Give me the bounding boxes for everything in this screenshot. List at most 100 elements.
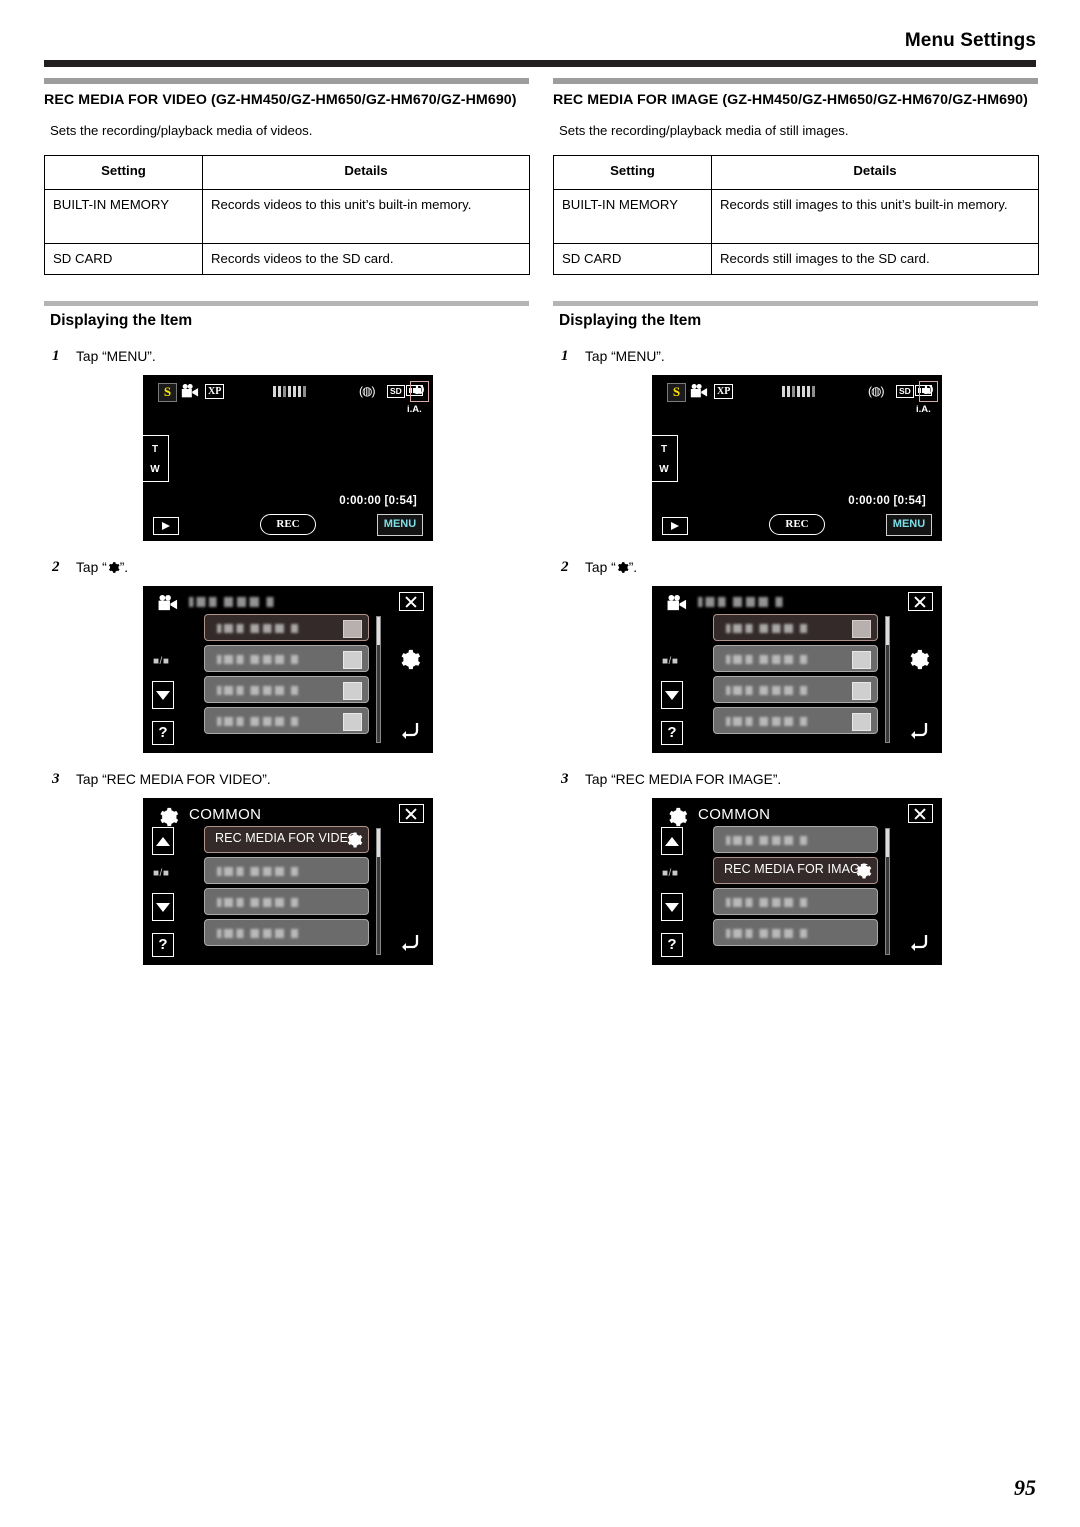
back-icon[interactable]: [906, 720, 930, 740]
list-item[interactable]: [204, 614, 369, 641]
settings-table: Setting Details BUILT-IN MEMORY Records …: [44, 155, 530, 275]
digital-mode-icon: D: [410, 381, 429, 402]
manual-page: Menu Settings REC MEDIA FOR VIDEO (GZ-HM…: [0, 0, 1080, 1527]
step-text: Tap “ ”.: [76, 559, 529, 577]
table-header-details: Details: [202, 155, 530, 190]
zoom-wide-label: W: [659, 464, 669, 475]
zoom-control[interactable]: T W: [143, 435, 169, 482]
flower-icon: [345, 831, 363, 849]
scroll-up-button[interactable]: [661, 827, 683, 855]
list-item-thumbnail: [852, 651, 871, 669]
list-item-label-obscured: [726, 717, 814, 726]
list-item-label-obscured: [726, 898, 814, 907]
list-item-label-obscured: [217, 655, 305, 664]
list-item-label-obscured: [726, 836, 814, 845]
help-button[interactable]: ?: [661, 721, 683, 745]
close-icon[interactable]: [908, 592, 933, 611]
rec-button[interactable]: REC: [260, 514, 316, 535]
list-item[interactable]: [713, 888, 878, 915]
back-icon[interactable]: [397, 932, 421, 952]
list-item[interactable]: [204, 888, 369, 915]
settings-table: Setting Details BUILT-IN MEMORY Records …: [553, 155, 1039, 275]
list-item[interactable]: [713, 676, 878, 703]
step-number: 3: [561, 771, 569, 787]
zoom-control[interactable]: T W: [652, 435, 678, 482]
close-icon[interactable]: [399, 804, 424, 823]
gear-icon[interactable]: [907, 648, 930, 671]
gear-icon: [616, 561, 629, 574]
list-item-rec-media-for-image[interactable]: REC MEDIA FOR IMAGE: [713, 857, 878, 884]
page-indicator: ■/■: [662, 868, 679, 879]
gear-icon: [666, 806, 690, 827]
back-icon[interactable]: [906, 932, 930, 952]
list-item[interactable]: [713, 919, 878, 946]
step-text: Tap “MENU”.: [76, 349, 156, 364]
scrollbar[interactable]: [885, 828, 890, 955]
list-item[interactable]: [204, 645, 369, 672]
list-item-label-obscured: [726, 624, 814, 633]
help-button[interactable]: ?: [152, 721, 174, 745]
scroll-down-button[interactable]: [152, 893, 174, 921]
scroll-up-button[interactable]: [152, 827, 174, 855]
scrollbar[interactable]: [376, 616, 381, 743]
page-header-title: Menu Settings: [904, 30, 1036, 51]
list-item-thumbnail: [343, 713, 362, 731]
quality-badge: XP: [205, 384, 225, 399]
list-item[interactable]: [204, 707, 369, 734]
table-cell-setting: SD CARD: [553, 243, 712, 275]
playback-mode-button[interactable]: [662, 517, 688, 535]
video-camera-icon: [690, 383, 710, 400]
playback-mode-button[interactable]: [153, 517, 179, 535]
table-row: BUILT-IN MEMORY Records still images to …: [553, 189, 1039, 244]
step-text: Tap “REC MEDIA FOR IMAGE”.: [585, 772, 782, 787]
step-text: Tap “ ”.: [585, 559, 1038, 577]
menu-list: REC MEDIA FOR IMAGE: [713, 826, 883, 950]
intelligent-auto-label: i.A.: [916, 404, 931, 415]
list-item[interactable]: [204, 676, 369, 703]
list-item-label-obscured: [217, 624, 305, 633]
intelligent-auto-label: i.A.: [407, 404, 422, 415]
help-button[interactable]: ?: [661, 933, 683, 957]
zoom-wide-label: W: [150, 464, 160, 475]
section-description: Sets the recording/playback media of vid…: [50, 123, 313, 138]
common-menu-screen: COMMON ■/■ ? REC MEDIA FOR VIDEO: [143, 798, 433, 965]
section-rule: [44, 78, 529, 84]
list-item-label-obscured: [217, 686, 305, 695]
list-item-label-obscured: [726, 686, 814, 695]
menu-button[interactable]: MENU: [377, 514, 423, 536]
list-item[interactable]: [713, 614, 878, 641]
scrollbar[interactable]: [885, 616, 890, 743]
list-item-thumbnail: [852, 713, 871, 731]
menu-title: COMMON: [698, 806, 771, 823]
list-item-label-obscured: [217, 929, 305, 938]
scroll-down-button[interactable]: [661, 681, 683, 709]
menu-button[interactable]: MENU: [886, 514, 932, 536]
list-item[interactable]: [713, 826, 878, 853]
section-rule: [553, 78, 1038, 84]
back-icon[interactable]: [397, 720, 421, 740]
gear-icon[interactable]: [398, 648, 421, 671]
close-icon[interactable]: [908, 804, 933, 823]
gear-icon: [107, 561, 120, 574]
scroll-down-button[interactable]: [152, 681, 174, 709]
list-item[interactable]: [713, 707, 878, 734]
header-rule: [44, 60, 1036, 67]
digital-mode-icon: D: [919, 381, 938, 402]
list-item-label-obscured: [726, 929, 814, 938]
page-indicator: ■/■: [153, 868, 170, 879]
rec-button[interactable]: REC: [769, 514, 825, 535]
list-item-rec-media-for-video[interactable]: REC MEDIA FOR VIDEO: [204, 826, 369, 853]
help-button[interactable]: ?: [152, 933, 174, 957]
list-item[interactable]: [713, 645, 878, 672]
scrollbar[interactable]: [376, 828, 381, 955]
gear-icon: [157, 806, 181, 827]
subsection-title: Displaying the Item: [559, 312, 702, 329]
list-item[interactable]: [204, 857, 369, 884]
top-menu-screen: ■/■ ?: [652, 586, 942, 753]
section-description: Sets the recording/playback media of sti…: [559, 123, 849, 138]
scroll-down-button[interactable]: [661, 893, 683, 921]
step-1: 1 Tap “MENU”. S XP (◍) SD D i.A. T W 0:0…: [553, 348, 1038, 541]
close-icon[interactable]: [399, 592, 424, 611]
video-camera-icon: [666, 594, 690, 613]
list-item[interactable]: [204, 919, 369, 946]
